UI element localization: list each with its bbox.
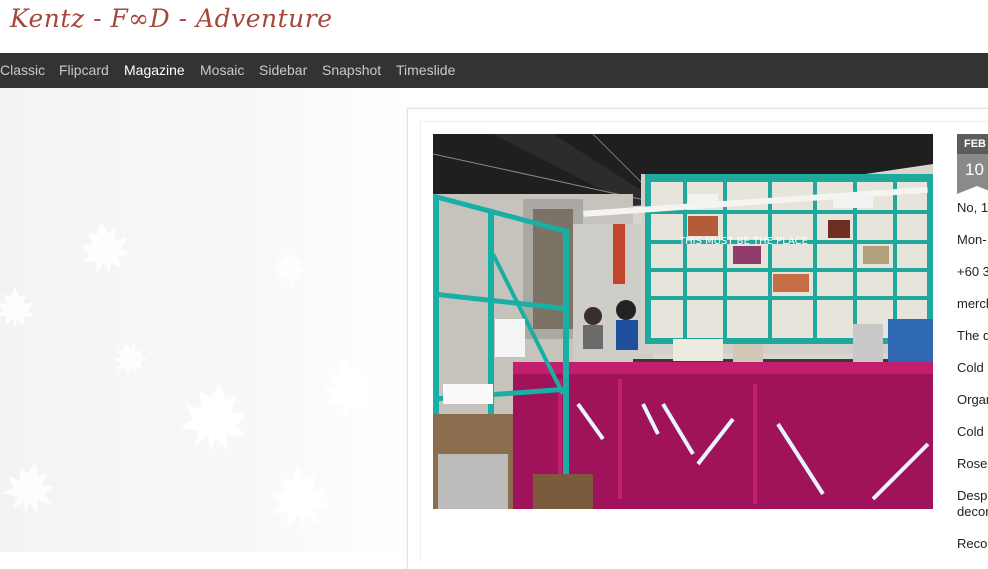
post-text-line: No, 1 — [957, 200, 988, 215]
cafe-photo-illustration: THIS MUST BE THE PLACE — [433, 134, 933, 509]
maple-leaf-icon — [0, 287, 35, 329]
maple-leaf-icon — [315, 351, 385, 425]
background-pattern — [0, 88, 408, 552]
post-text-line: merch — [957, 296, 988, 311]
maple-leaf-icon — [108, 335, 152, 381]
nav-item-classic[interactable]: Classic — [0, 62, 45, 78]
date-month: FEB — [957, 134, 988, 154]
nav-item-sidebar[interactable]: Sidebar — [259, 62, 307, 78]
maple-leaf-pattern — [0, 217, 385, 534]
date-badge-notch — [957, 186, 988, 194]
nav-item-timeslide[interactable]: Timeslide — [396, 62, 455, 78]
maple-leaf-icon — [0, 456, 61, 520]
post-text-line: +60 3 — [957, 264, 988, 279]
maple-leaf-icon — [266, 462, 334, 534]
post-text-line: decor — [957, 504, 988, 519]
maple-leaf-icon — [176, 377, 254, 459]
nav-item-mosaic[interactable]: Mosaic — [200, 62, 244, 78]
site-title[interactable]: Kentz - F∞D - Adventure — [10, 4, 333, 33]
post-text-line: Rose — [957, 456, 988, 471]
post-text-line: Cold — [957, 424, 984, 439]
nav-item-snapshot[interactable]: Snapshot — [322, 62, 381, 78]
post-text-line: Mon- — [957, 232, 987, 247]
photo-sign-text: THIS MUST BE THE PLACE — [678, 236, 808, 247]
site-header: Kentz - F∞D - Adventure — [0, 0, 988, 53]
nav-item-magazine[interactable]: Magazine — [124, 62, 185, 78]
post-text-line: The d — [957, 328, 988, 343]
top-nav: Classic Flipcard Magazine Mosaic Sidebar… — [0, 53, 988, 88]
post-photo[interactable]: THIS MUST BE THE PLACE — [433, 134, 933, 509]
post-text-line: Cold — [957, 360, 984, 375]
date-badge: FEB 10 — [957, 134, 988, 186]
post-text-line: Despi — [957, 488, 988, 503]
nav-item-flipcard[interactable]: Flipcard — [59, 62, 109, 78]
maple-leaf-icon — [75, 217, 135, 279]
post-text-line: Recor — [957, 536, 988, 551]
date-day: 10 — [957, 154, 988, 186]
post-text-line: Organ — [957, 392, 988, 407]
maple-leaf-icon — [268, 245, 312, 291]
